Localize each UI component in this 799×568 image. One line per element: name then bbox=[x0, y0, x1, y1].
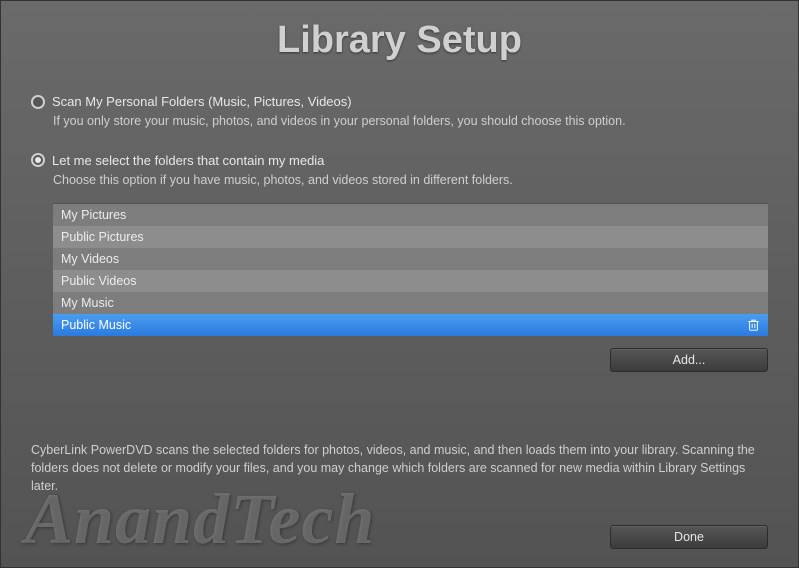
radio-icon bbox=[31, 153, 45, 167]
folder-row[interactable]: Public Music bbox=[53, 314, 768, 336]
folder-row[interactable]: My Pictures bbox=[53, 204, 768, 226]
folder-name: My Pictures bbox=[61, 208, 126, 222]
option-personal-desc: If you only store your music, photos, an… bbox=[53, 113, 768, 131]
folder-name: Public Music bbox=[61, 318, 131, 332]
radio-label: Scan My Personal Folders (Music, Picture… bbox=[52, 94, 352, 109]
radio-custom-folders[interactable]: Let me select the folders that contain m… bbox=[31, 153, 768, 168]
trash-icon[interactable] bbox=[746, 318, 760, 332]
radio-personal-folders[interactable]: Scan My Personal Folders (Music, Picture… bbox=[31, 94, 768, 109]
option-custom: Let me select the folders that contain m… bbox=[31, 153, 768, 373]
radio-icon bbox=[31, 95, 45, 109]
option-custom-desc: Choose this option if you have music, ph… bbox=[53, 172, 768, 190]
add-button-row: Add... bbox=[53, 348, 768, 372]
add-button[interactable]: Add... bbox=[610, 348, 768, 372]
done-button-row: Done bbox=[610, 525, 768, 549]
folder-name: My Music bbox=[61, 296, 114, 310]
folder-row[interactable]: Public Videos bbox=[53, 270, 768, 292]
content-area: Scan My Personal Folders (Music, Picture… bbox=[1, 94, 798, 372]
radio-label: Let me select the folders that contain m… bbox=[52, 153, 324, 168]
folder-row[interactable]: My Music bbox=[53, 292, 768, 314]
folder-name: Public Pictures bbox=[61, 230, 144, 244]
footer-description: CyberLink PowerDVD scans the selected fo… bbox=[31, 441, 768, 495]
page-title: Library Setup bbox=[1, 1, 798, 72]
folder-name: My Videos bbox=[61, 252, 119, 266]
done-button[interactable]: Done bbox=[610, 525, 768, 549]
folder-name: Public Videos bbox=[61, 274, 137, 288]
option-personal: Scan My Personal Folders (Music, Picture… bbox=[31, 94, 768, 131]
folder-list: My Pictures Public Pictures My Videos Publi… bbox=[53, 203, 768, 336]
folder-row[interactable]: My Videos bbox=[53, 248, 768, 270]
folder-row[interactable]: Public Pictures bbox=[53, 226, 768, 248]
